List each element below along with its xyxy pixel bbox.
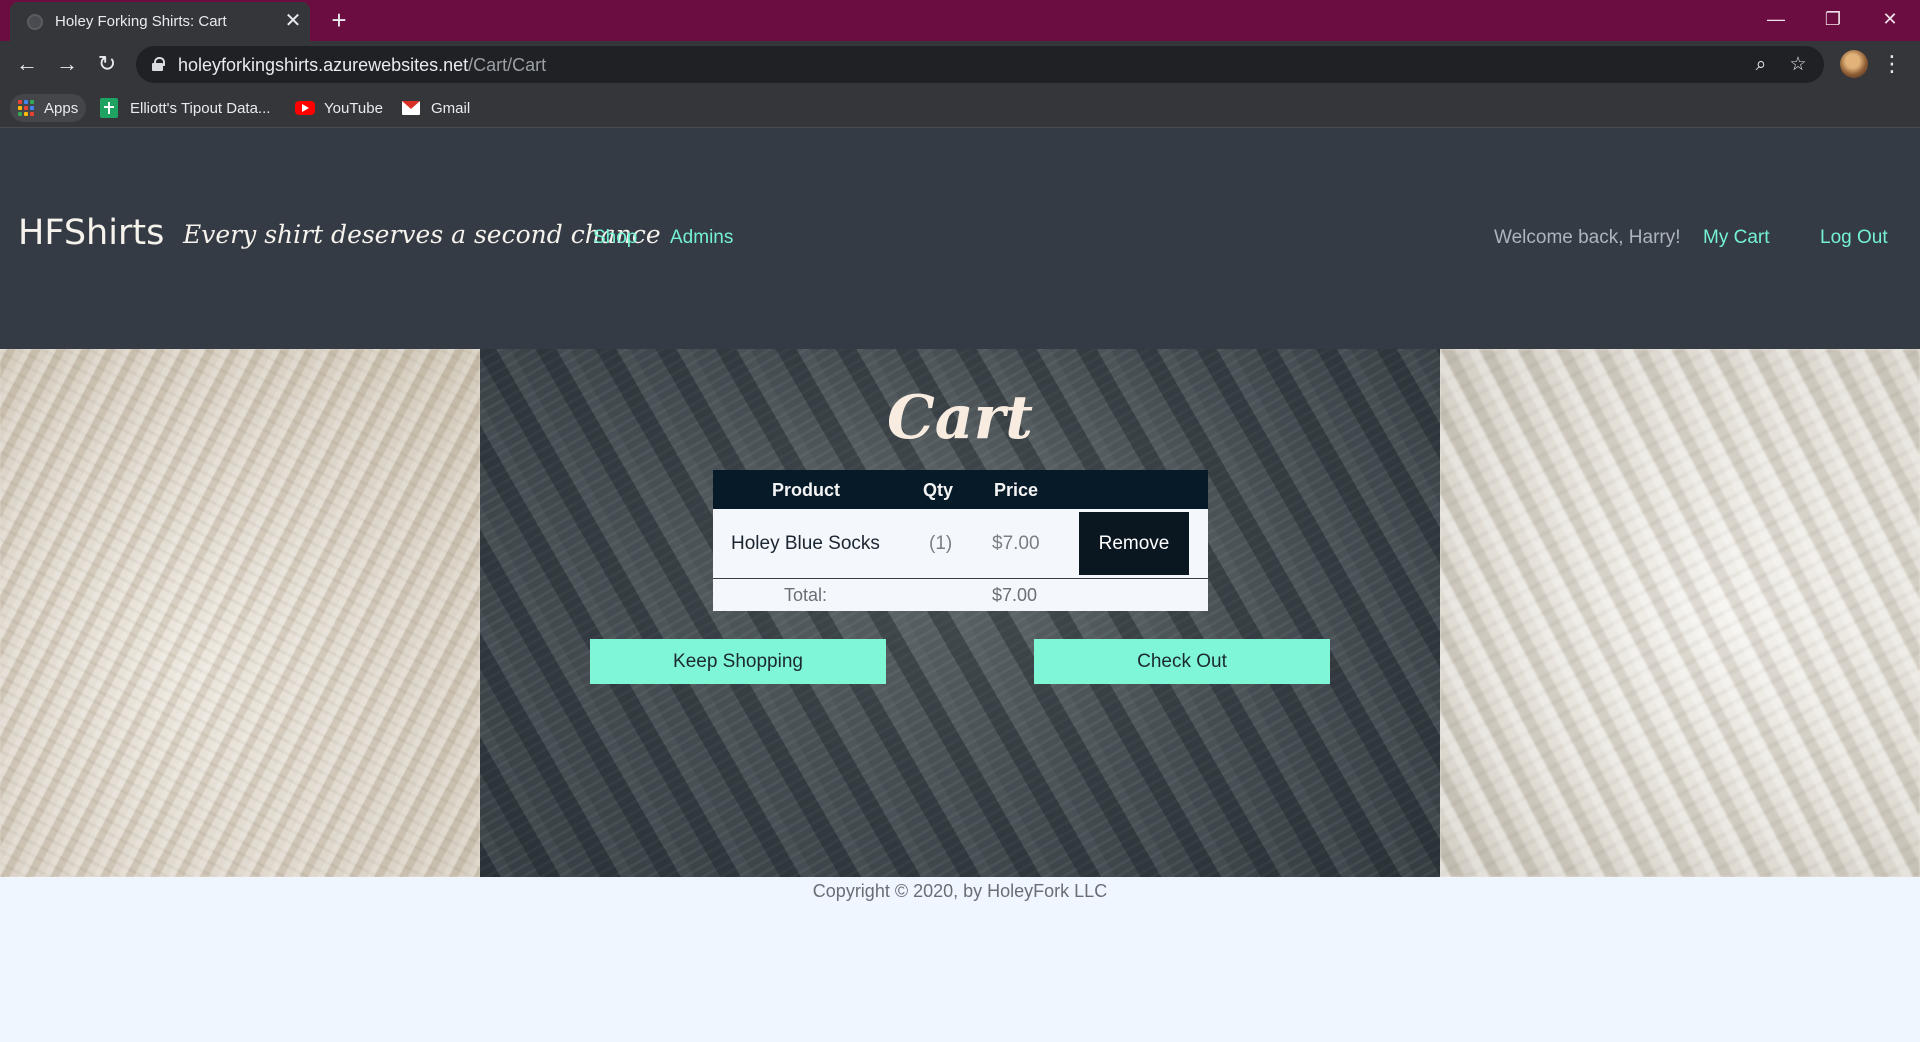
browser-tab-active[interactable]: Holey Forking Shirts: Cart ✕ — [10, 2, 310, 41]
nav-admins[interactable]: Admins — [670, 227, 733, 249]
site-header: HFShirts Every shirt deserves a second c… — [0, 128, 1920, 349]
welcome-text: Welcome back, Harry! — [1494, 227, 1681, 248]
keep-shopping-button[interactable]: Keep Shopping — [590, 639, 886, 684]
gmail-icon — [402, 101, 420, 115]
reload-icon[interactable]: ↻ — [92, 49, 122, 79]
lock-icon[interactable] — [152, 57, 165, 71]
column-header-qty: Qty — [923, 480, 954, 500]
sheets-icon — [100, 98, 118, 118]
cart-total-row: Total: $7.00 — [713, 579, 1208, 611]
bookmark-label: Elliott's Tipout Data... — [130, 99, 271, 117]
product-name: Holey Blue Socks — [731, 533, 880, 554]
bookmark-youtube[interactable]: YouTube — [295, 94, 383, 122]
bookmark-star-icon[interactable]: ☆ — [1786, 53, 1810, 77]
bookmark-label: Apps — [44, 99, 79, 117]
knit-texture-right — [1440, 349, 1920, 877]
hero-background: Cart Product Qty Price Holey Blue Socks … — [0, 349, 1920, 877]
site-favicon-icon — [27, 14, 43, 30]
copyright-text: Copyright © 2020, by HoleyFork LLC — [812, 881, 1108, 901]
remove-item-button[interactable]: Remove — [1079, 512, 1189, 575]
site-footer: Copyright © 2020, by HoleyFork LLC — [0, 877, 1920, 1042]
profile-avatar[interactable] — [1840, 50, 1868, 78]
column-header-price: Price — [994, 480, 1039, 500]
back-arrow-icon[interactable]: ← — [12, 49, 42, 79]
bookmark-apps[interactable]: Apps — [10, 94, 87, 122]
url-text[interactable]: holeyforkingshirts.azurewebsites.net/Car… — [178, 55, 546, 76]
column-header-product: Product — [772, 480, 841, 500]
cart-table-header: Product Qty Price — [713, 470, 1208, 509]
browser-tab-strip: Holey Forking Shirts: Cart ✕ + — ❐ ✕ — [0, 0, 1920, 41]
nav-my-cart[interactable]: My Cart — [1703, 227, 1770, 249]
site-brand[interactable]: HFShirts — [18, 213, 164, 253]
total-value: $7.00 — [992, 585, 1038, 605]
total-label: Total: — [784, 585, 828, 605]
knit-texture-left — [0, 349, 480, 877]
bookmark-label: YouTube — [324, 99, 383, 117]
bookmark-gmail[interactable]: Gmail — [402, 94, 470, 122]
minimize-icon[interactable]: — — [1748, 0, 1804, 41]
browser-toolbar: ← → ↻ holeyforkingshirts.azurewebsites.n… — [0, 41, 1920, 88]
tab-close-icon[interactable]: ✕ — [282, 10, 304, 32]
page-title: Cart — [887, 383, 1033, 453]
bookmark-label: Gmail — [431, 99, 471, 117]
new-tab-icon[interactable]: + — [325, 6, 353, 34]
nav-shop[interactable]: Shop — [593, 227, 637, 249]
youtube-icon — [295, 101, 315, 115]
zoom-icon[interactable]: ⌕ — [1749, 53, 1773, 77]
url-path: /Cart/Cart — [468, 55, 547, 75]
address-bar[interactable]: holeyforkingshirts.azurewebsites.net/Car… — [136, 46, 1824, 83]
browser-menu-icon[interactable]: ⋮ — [1880, 49, 1904, 79]
product-price: $7.00 — [992, 533, 1040, 554]
bookmarks-bar: Apps Elliott's Tipout Data... YouTube Gm… — [0, 88, 1920, 128]
bookmark-tipout-data[interactable]: Elliott's Tipout Data... — [100, 94, 270, 122]
url-host: holeyforkingshirts.azurewebsites.net — [178, 55, 469, 75]
tab-title: Holey Forking Shirts: Cart — [55, 13, 227, 30]
nav-log-out[interactable]: Log Out — [1820, 227, 1888, 249]
restore-icon[interactable]: ❐ — [1805, 0, 1861, 41]
apps-grid-icon — [18, 100, 34, 116]
forward-arrow-icon[interactable]: → — [52, 49, 82, 79]
cart-panel: Cart Product Qty Price Holey Blue Socks … — [480, 349, 1440, 877]
product-qty: (1) — [929, 533, 953, 554]
site-tagline: Every shirt deserves a second chance — [183, 220, 661, 249]
cart-table: Product Qty Price Holey Blue Socks (1) $… — [713, 470, 1208, 611]
check-out-button[interactable]: Check Out — [1034, 639, 1330, 684]
table-row: Holey Blue Socks (1) $7.00 Remove — [713, 509, 1208, 579]
window-close-icon[interactable]: ✕ — [1862, 0, 1918, 41]
